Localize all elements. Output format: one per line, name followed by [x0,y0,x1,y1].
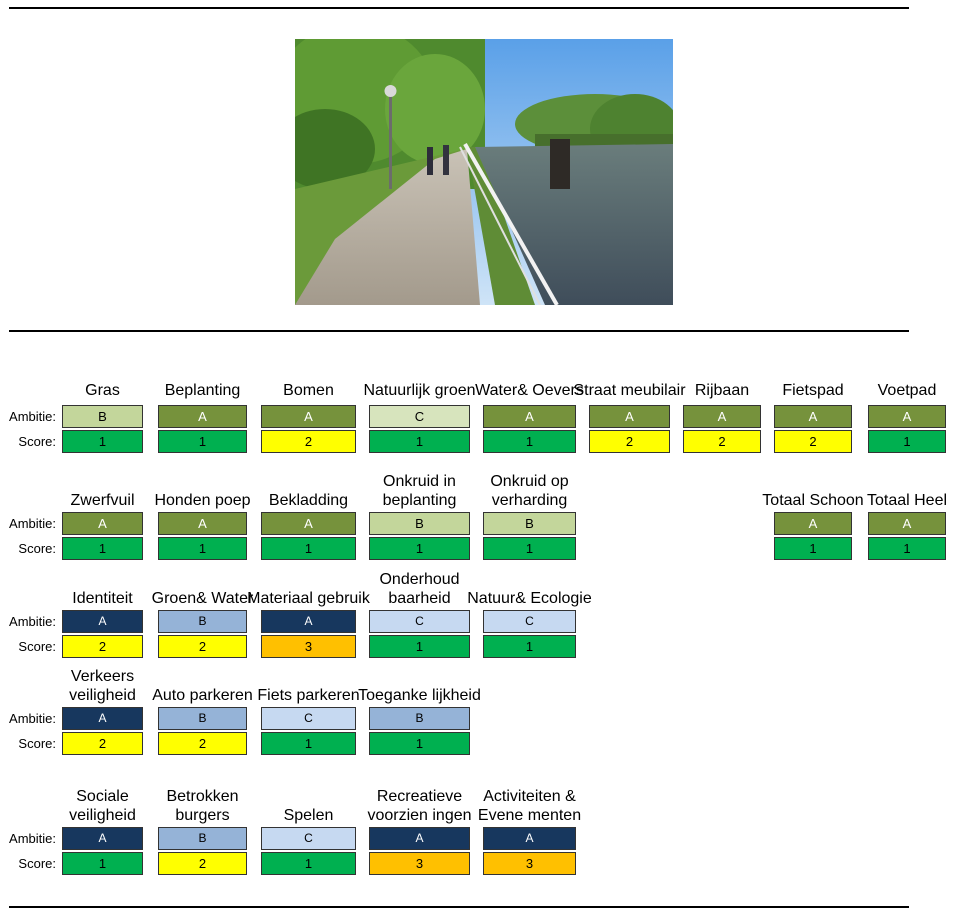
score-cell: 1 [62,852,143,875]
ambitie-cell: C [261,707,356,730]
score-cell: 1 [369,732,470,755]
ambitie-cell: A [683,405,761,428]
score-label: Score: [18,856,56,871]
ambitie-cell: A [62,827,143,850]
ambitie-cell: A [774,512,852,535]
ambitie-label: Ambitie: [9,516,56,531]
score-cell: 2 [774,430,852,453]
score-cell: 2 [261,430,356,453]
score-cell: 1 [261,732,356,755]
ambitie-cell: B [483,512,576,535]
score-cell: 3 [369,852,470,875]
ambitie-cell: A [483,405,576,428]
score-cell: 1 [483,635,576,658]
ambitie-cell: B [369,707,470,730]
ambitie-cell: A [868,512,946,535]
ambitie-cell: A [261,512,356,535]
ambitie-label: Ambitie: [9,409,56,424]
ambitie-cell: B [158,827,247,850]
ambitie-cell: A [62,512,143,535]
indicator-title: Activiteiten & Evene menten [477,788,582,824]
ambitie-cell: A [62,610,143,633]
ambitie-cell: A [261,405,356,428]
score-cell: 1 [369,430,470,453]
score-cell: 1 [774,537,852,560]
ambitie-cell: A [158,405,247,428]
ambitie-cell: A [589,405,670,428]
ambitie-cell: A [261,610,356,633]
score-cell: 1 [868,537,946,560]
ambitie-label: Ambitie: [9,614,56,629]
ambitie-cell: A [158,512,247,535]
score-cell: 2 [158,732,247,755]
ambitie-label: Ambitie: [9,711,56,726]
score-cell: 1 [158,430,247,453]
score-cell: 1 [261,852,356,875]
ambitie-cell: A [868,405,946,428]
indicator-title: Onkruid op verharding [490,473,569,509]
middle-rule [9,330,909,332]
score-cell: 1 [483,430,576,453]
ambitie-label: Ambitie: [9,831,56,846]
park-canal-photo [295,39,673,305]
score-cell: 2 [158,852,247,875]
indicator-title: Voetpad [877,382,937,399]
ambitie-cell: B [62,405,143,428]
indicator-title: Totaal Heel [866,492,948,509]
score-cell: 2 [683,430,761,453]
ambitie-cell: C [483,610,576,633]
ambitie-cell: C [369,405,470,428]
ambitie-cell: A [483,827,576,850]
bottom-rule [9,906,909,908]
score-label: Score: [18,434,56,449]
score-cell: 1 [62,430,143,453]
score-cell: 1 [868,430,946,453]
score-cell: 2 [62,732,143,755]
indicator-title: Natuur& Ecologie [467,590,592,607]
ambitie-cell: A [774,405,852,428]
indicator-title: Toeganke lijkheid [358,687,481,704]
ambitie-cell: A [62,707,143,730]
top-rule [9,7,909,9]
score-label: Score: [18,736,56,751]
score-cell: 2 [589,430,670,453]
ambitie-cell: C [261,827,356,850]
ambitie-cell: B [369,512,470,535]
score-cell: 3 [483,852,576,875]
ambitie-cell: A [369,827,470,850]
ambitie-cell: B [158,707,247,730]
ambitie-cell: C [369,610,470,633]
ambitie-cell: B [158,610,247,633]
